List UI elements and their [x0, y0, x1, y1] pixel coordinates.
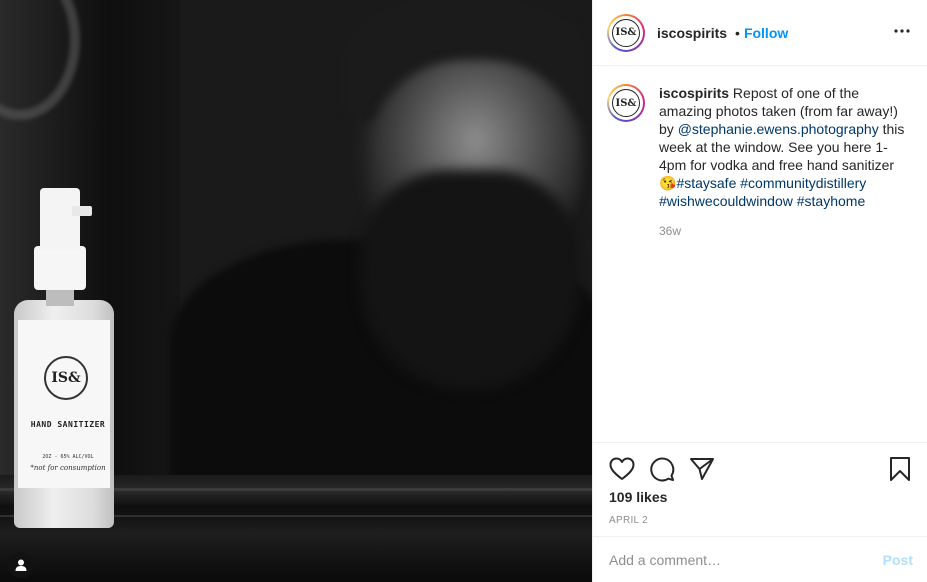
post-sidebar: IS& iscospirits • Follow IS& iscospirits…	[592, 0, 927, 582]
comment-input[interactable]	[609, 551, 883, 568]
post-comment-button[interactable]: Post	[883, 552, 913, 568]
share-button[interactable]	[689, 456, 715, 482]
comment-icon	[650, 457, 675, 482]
avatar-logo: IS&	[612, 18, 640, 47]
caption-emoji: 😘	[659, 175, 677, 191]
follow-button[interactable]: Follow	[744, 25, 788, 41]
comment-button[interactable]	[649, 456, 675, 482]
bottle-collar	[34, 246, 86, 290]
hashtag-link[interactable]: #wishwecouldwindow	[659, 193, 793, 209]
bottle-logo: IS&	[44, 356, 88, 400]
post-header: IS& iscospirits • Follow	[593, 0, 927, 66]
tagged-users-button[interactable]	[8, 552, 34, 578]
bottle-cap	[40, 188, 80, 250]
caption-username[interactable]: iscospirits	[659, 85, 729, 101]
more-options-icon	[894, 29, 910, 33]
bottle-label	[18, 320, 110, 488]
more-options-button[interactable]	[893, 22, 911, 40]
avatar-frame: IS&	[609, 15, 643, 50]
bottle-label-volume: 2OZ - 65% ALC/VOL	[42, 454, 94, 460]
header-username[interactable]: iscospirits	[657, 25, 727, 41]
sanitizer-bottle: IS& HAND SANITIZER 2OZ - 65% ALC/VOL *no…	[14, 188, 114, 528]
hashtag-link[interactable]: #stayhome	[797, 193, 865, 209]
add-comment-bar: Post	[593, 536, 927, 582]
comments-section: IS& iscospirits Repost of one of the ama…	[593, 66, 927, 442]
post-date[interactable]: APRIL 2	[593, 515, 927, 526]
share-icon	[690, 458, 714, 480]
avatar-logo: IS&	[612, 89, 640, 117]
bottle-spray-nozzle	[72, 206, 92, 216]
hashtag-link[interactable]: #communitydistillery	[740, 175, 866, 191]
header-avatar[interactable]: IS&	[607, 13, 645, 52]
heart-icon	[609, 457, 635, 480]
hashtag-link[interactable]: #staysafe	[676, 175, 736, 191]
person-icon	[15, 559, 27, 571]
avatar-frame: IS&	[609, 86, 643, 120]
photo-person-beard	[360, 170, 580, 390]
caption-comment: IS& iscospirits Repost of one of the ama…	[607, 84, 913, 210]
header-separator: •	[735, 24, 740, 41]
bottle-label-note: *not for consumption	[30, 464, 106, 472]
action-bar	[593, 443, 927, 495]
caption-timestamp[interactable]: 36w	[659, 224, 913, 238]
bottle-neck	[46, 288, 74, 306]
like-button[interactable]	[609, 456, 635, 482]
bookmark-icon	[890, 457, 910, 481]
save-button[interactable]	[887, 456, 913, 482]
caption-text: iscospirits Repost of one of the amazing…	[659, 84, 913, 210]
bottle-label-name: HAND SANITIZER	[30, 420, 106, 429]
caption-mention[interactable]: @stephanie.ewens.photography	[678, 121, 879, 137]
post-actions-section: 109 likes APRIL 2	[593, 442, 927, 526]
post-photo[interactable]: IS& HAND SANITIZER 2OZ - 65% ALC/VOL *no…	[0, 0, 592, 582]
caption-avatar[interactable]: IS&	[607, 84, 645, 122]
